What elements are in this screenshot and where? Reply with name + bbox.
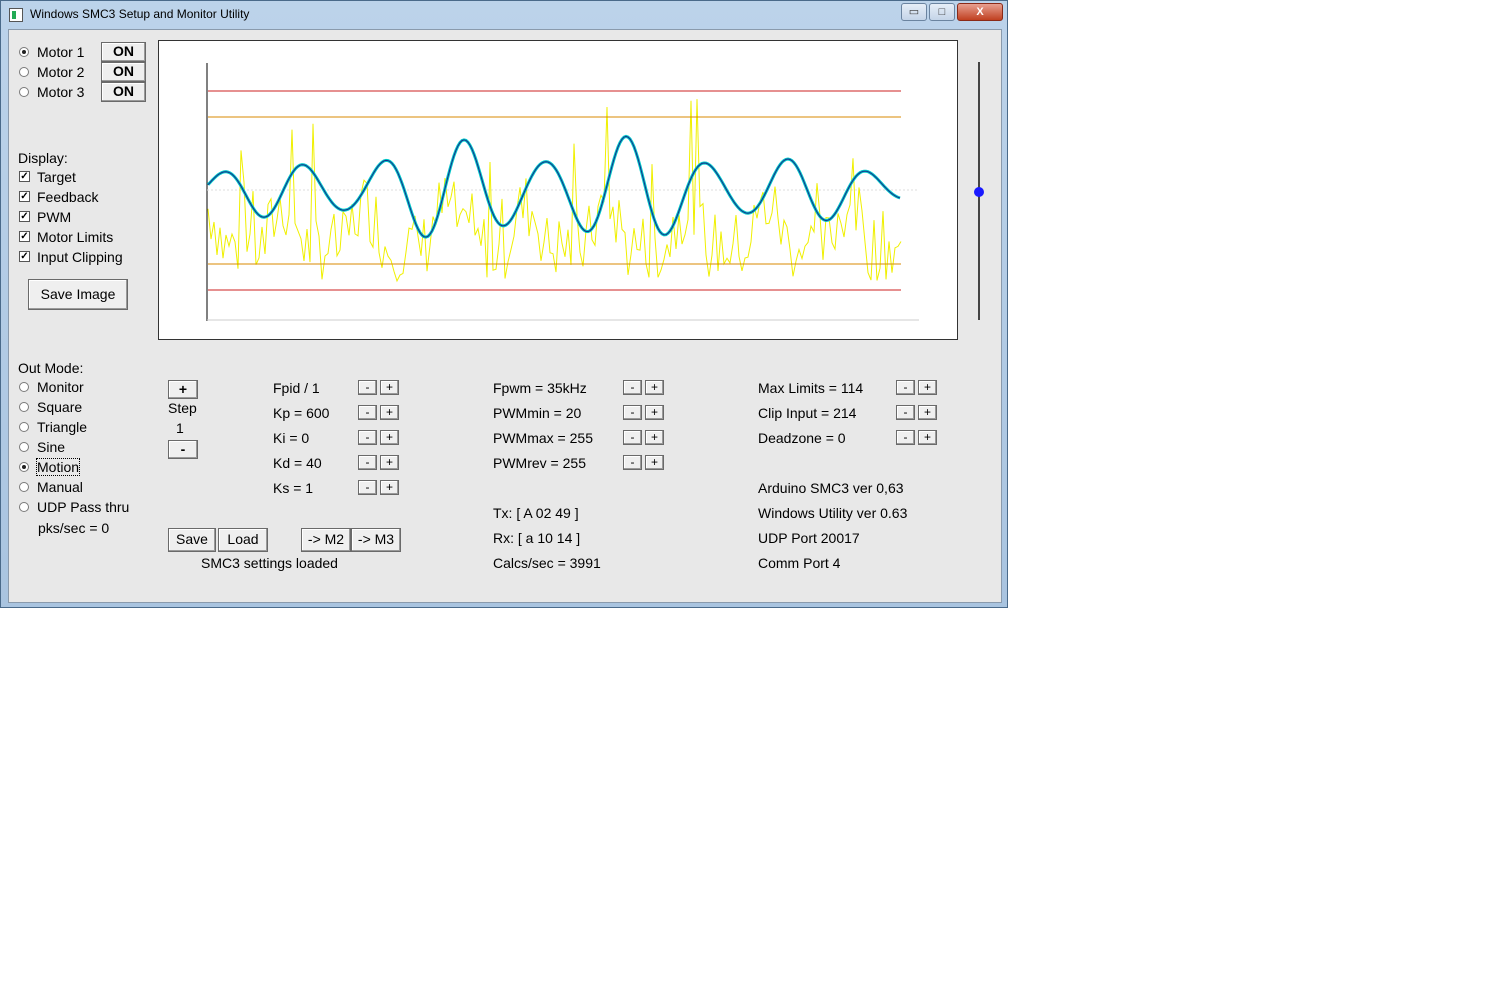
save-image-button[interactable]: Save Image: [28, 279, 128, 310]
copy-to-m2-button[interactable]: -> M2: [301, 528, 351, 552]
step-plus-button[interactable]: +: [168, 380, 198, 399]
fpid-plus-button[interactable]: +: [380, 380, 399, 395]
mode-sine-label: Sine: [37, 439, 66, 455]
max-limits-plus-button[interactable]: +: [918, 380, 937, 395]
clip-input-label: Clip Input = 214: [758, 405, 857, 421]
app-icon: [9, 8, 23, 22]
mode-motion-radio[interactable]: [19, 462, 29, 472]
fpwm-minus-button[interactable]: -: [623, 380, 642, 395]
pwm-checkbox[interactable]: ✓: [19, 211, 30, 222]
deadzone-label: Deadzone = 0: [758, 430, 846, 446]
kd-minus-button[interactable]: -: [358, 455, 377, 470]
fpid-minus-button[interactable]: -: [358, 380, 377, 395]
udp-port: UDP Port 20017: [758, 530, 860, 546]
fpid-label: Fpid / 1: [273, 380, 320, 396]
fpwm-plus-button[interactable]: +: [645, 380, 664, 395]
comm-port: Comm Port 4: [758, 555, 841, 571]
ki-label: Ki = 0: [273, 430, 310, 446]
kp-minus-button[interactable]: -: [358, 405, 377, 420]
utility-version: Windows Utility ver 0.63: [758, 505, 908, 521]
minimize-button[interactable]: ▭: [901, 3, 927, 21]
window-title: Windows SMC3 Setup and Monitor Utility: [30, 7, 250, 21]
mode-sine-radio[interactable]: [19, 442, 29, 452]
deadzone-plus-button[interactable]: +: [918, 430, 937, 445]
pwmmin-label: PWMmin = 20: [493, 405, 582, 421]
out-mode-heading: Out Mode:: [18, 360, 84, 376]
ks-minus-button[interactable]: -: [358, 480, 377, 495]
pwmmin-plus-button[interactable]: +: [645, 405, 664, 420]
copy-to-m3-button[interactable]: -> M3: [351, 528, 401, 552]
max-limits-minus-button[interactable]: -: [896, 380, 915, 395]
rx-readout: Rx: [ a 10 14 ]: [493, 530, 581, 546]
graph-canvas: [206, 63, 919, 321]
motor-3-on-button[interactable]: ON: [101, 82, 146, 102]
mode-square-radio[interactable]: [19, 402, 29, 412]
feedback-checkbox[interactable]: ✓: [19, 191, 30, 202]
kp-label: Kp = 600: [273, 405, 330, 421]
ks-label: Ks = 1: [273, 480, 314, 496]
pwm-label: PWM: [37, 209, 72, 225]
input-clipping-label: Input Clipping: [37, 249, 123, 265]
mode-square-label: Square: [37, 399, 83, 415]
feedback-label: Feedback: [37, 189, 99, 205]
motor-1-label: Motor 1: [37, 44, 85, 60]
pwmrev-label: PWMrev = 255: [493, 455, 586, 471]
status-message: SMC3 settings loaded: [201, 555, 338, 571]
close-button[interactable]: X: [957, 3, 1003, 21]
pwmrev-minus-button[interactable]: -: [623, 455, 642, 470]
mode-udp-radio[interactable]: [19, 502, 29, 512]
fpwm-label: Fpwm = 35kHz: [493, 380, 587, 396]
step-label: Step: [168, 400, 197, 416]
mode-manual-radio[interactable]: [19, 482, 29, 492]
pwmmax-plus-button[interactable]: +: [645, 430, 664, 445]
motor-3-radio[interactable]: [19, 87, 29, 97]
pks-readout: pks/sec = 0: [38, 520, 110, 536]
pwmmax-minus-button[interactable]: -: [623, 430, 642, 445]
max-limits-label: Max Limits = 114: [758, 380, 864, 396]
zoom-slider-knob[interactable]: [974, 187, 984, 197]
kp-plus-button[interactable]: +: [380, 405, 399, 420]
mode-udp-label: UDP Pass thru: [37, 499, 130, 515]
kd-plus-button[interactable]: +: [380, 455, 399, 470]
display-heading: Display:: [18, 150, 68, 166]
motor-3-label: Motor 3: [37, 84, 85, 100]
mode-motion-label: Motion: [35, 458, 81, 476]
motor-limits-checkbox[interactable]: ✓: [19, 231, 30, 242]
clip-input-plus-button[interactable]: +: [918, 405, 937, 420]
ki-plus-button[interactable]: +: [380, 430, 399, 445]
motor-1-on-button[interactable]: ON: [101, 42, 146, 62]
input-clipping-checkbox[interactable]: ✓: [19, 251, 30, 262]
motor-limits-label: Motor Limits: [37, 229, 114, 245]
ki-minus-button[interactable]: -: [358, 430, 377, 445]
calcs-readout: Calcs/sec = 3991: [493, 555, 601, 571]
motor-1-radio[interactable]: [19, 47, 29, 57]
mode-manual-label: Manual: [37, 479, 83, 495]
step-minus-button[interactable]: -: [168, 440, 198, 459]
mode-monitor-label: Monitor: [37, 379, 84, 395]
save-settings-button[interactable]: Save: [168, 528, 216, 552]
maximize-button[interactable]: □: [929, 3, 955, 21]
mode-monitor-radio[interactable]: [19, 382, 29, 392]
tx-readout: Tx: [ A 02 49 ]: [493, 505, 579, 521]
kd-label: Kd = 40: [273, 455, 322, 471]
motor-2-on-button[interactable]: ON: [101, 62, 146, 82]
pwmmax-label: PWMmax = 255: [493, 430, 593, 446]
pwm-trace: [207, 99, 902, 283]
motor-2-label: Motor 2: [37, 64, 85, 80]
deadzone-minus-button[interactable]: -: [896, 430, 915, 445]
mode-triangle-radio[interactable]: [19, 422, 29, 432]
mode-triangle-label: Triangle: [37, 419, 88, 435]
arduino-version: Arduino SMC3 ver 0,63: [758, 480, 904, 496]
clip-input-minus-button[interactable]: -: [896, 405, 915, 420]
monitor-graph: [158, 40, 958, 340]
target-checkbox[interactable]: ✓: [19, 171, 30, 182]
target-label: Target: [37, 169, 76, 185]
load-settings-button[interactable]: Load: [218, 528, 268, 552]
pwmrev-plus-button[interactable]: +: [645, 455, 664, 470]
motor-2-radio[interactable]: [19, 67, 29, 77]
step-value: 1: [176, 420, 184, 436]
ks-plus-button[interactable]: +: [380, 480, 399, 495]
title-bar[interactable]: Windows SMC3 Setup and Monitor Utility ▭…: [1, 1, 1009, 29]
pwmmin-minus-button[interactable]: -: [623, 405, 642, 420]
